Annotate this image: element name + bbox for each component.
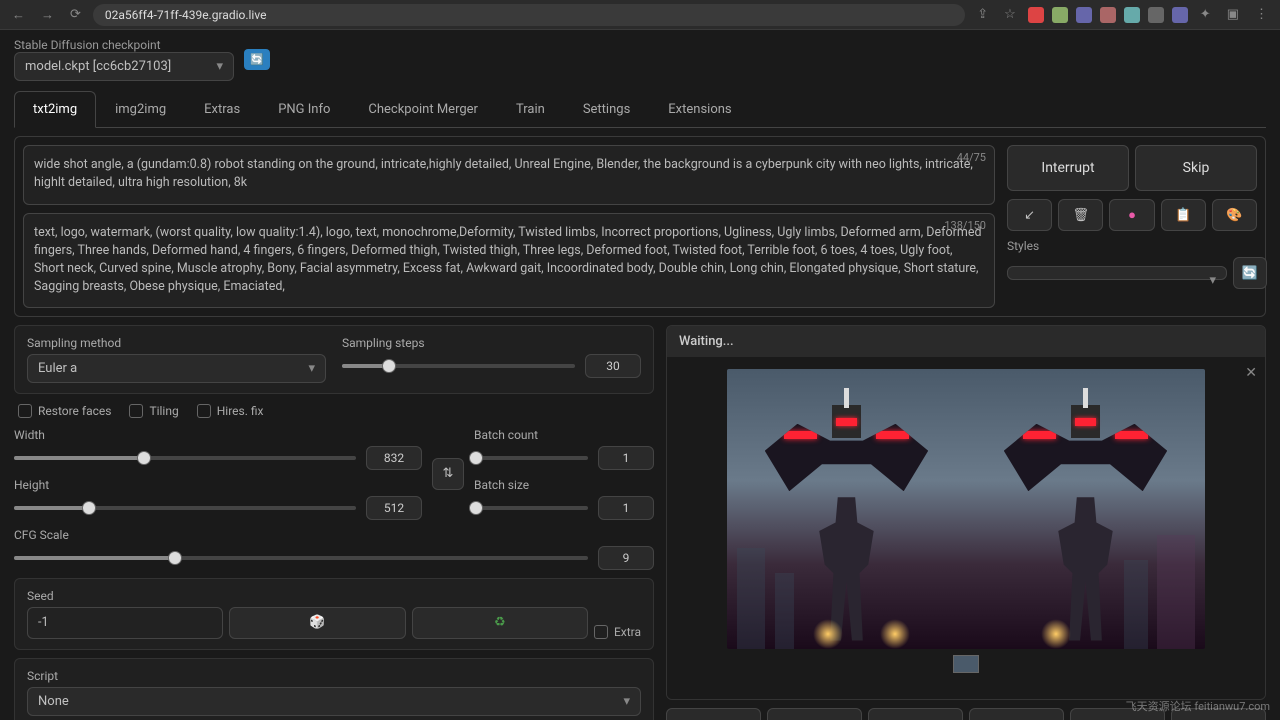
output-panel: Waiting... ✕ bbox=[666, 325, 1266, 700]
restore-faces-checkbox[interactable]: Restore faces bbox=[18, 404, 111, 418]
extensions-icon[interactable]: ✦ bbox=[1196, 5, 1215, 24]
styles-select[interactable] bbox=[1007, 266, 1227, 280]
width-value[interactable]: 832 bbox=[366, 446, 422, 470]
width-label: Width bbox=[14, 428, 422, 442]
output-status: Waiting... bbox=[667, 326, 1265, 357]
extension-icon[interactable] bbox=[1076, 7, 1092, 23]
extra-seed-checkbox[interactable]: Extra bbox=[594, 625, 641, 639]
tab-img2img[interactable]: img2img bbox=[96, 91, 185, 127]
tab-pnginfo[interactable]: PNG Info bbox=[259, 91, 349, 127]
browser-chrome: ← → ⟳ 02a56ff4-71ff-439e.gradio.live ⇪ ☆… bbox=[0, 0, 1280, 30]
thumbnail[interactable] bbox=[953, 655, 979, 673]
main-tabs: txt2img img2img Extras PNG Info Checkpoi… bbox=[14, 91, 1266, 128]
reload-icon[interactable]: ⟳ bbox=[66, 5, 85, 24]
url-bar[interactable]: 02a56ff4-71ff-439e.gradio.live bbox=[93, 4, 965, 26]
skip-button[interactable]: Skip bbox=[1135, 145, 1257, 191]
tab-extras[interactable]: Extras bbox=[185, 91, 259, 127]
tab-checkpoint-merger[interactable]: Checkpoint Merger bbox=[349, 91, 497, 127]
batch-size-slider[interactable] bbox=[474, 506, 588, 510]
close-icon[interactable]: ✕ bbox=[1245, 365, 1257, 381]
sampling-steps-value[interactable]: 30 bbox=[585, 354, 641, 378]
batch-count-value[interactable]: 1 bbox=[598, 446, 654, 470]
extension-icon[interactable] bbox=[1172, 7, 1188, 23]
save-button[interactable]: Save bbox=[767, 708, 862, 720]
thumbnail-strip bbox=[727, 649, 1205, 687]
prompt-text: wide shot angle, a (gundam:0.8) robot st… bbox=[34, 157, 973, 190]
sampling-method-select[interactable]: Euler a bbox=[27, 354, 326, 383]
negative-prompt-text: text, logo, watermark, (worst quality, l… bbox=[34, 225, 982, 294]
generated-robot-right bbox=[995, 400, 1177, 641]
checkpoint-select[interactable]: model.ckpt [cc6cb27103] bbox=[14, 52, 234, 81]
trash-icon-button[interactable]: 🗑 bbox=[1058, 199, 1103, 231]
prompt-input[interactable]: 44/75 wide shot angle, a (gundam:0.8) ro… bbox=[23, 145, 995, 205]
extension-icon[interactable] bbox=[1028, 7, 1044, 23]
styles-label: Styles bbox=[1007, 239, 1257, 253]
sampling-steps-label: Sampling steps bbox=[342, 336, 641, 350]
style-icon-button[interactable]: ● bbox=[1109, 199, 1154, 231]
batch-count-slider[interactable] bbox=[474, 456, 588, 460]
panel-icon[interactable]: ▣ bbox=[1223, 5, 1243, 24]
extension-icon[interactable] bbox=[1124, 7, 1140, 23]
generated-robot-left bbox=[756, 400, 938, 641]
height-slider[interactable] bbox=[14, 506, 356, 510]
tab-settings[interactable]: Settings bbox=[564, 91, 649, 127]
batch-count-label: Batch count bbox=[474, 428, 654, 442]
extension-icon[interactable] bbox=[1052, 7, 1068, 23]
palette-icon-button[interactable]: 🎨 bbox=[1212, 199, 1257, 231]
share-icon[interactable]: ⇪ bbox=[973, 5, 992, 24]
checkpoint-label: Stable Diffusion checkpoint bbox=[14, 38, 234, 52]
sampling-method-label: Sampling method bbox=[27, 336, 326, 350]
clipboard-icon-button[interactable]: 📋 bbox=[1161, 199, 1206, 231]
sampling-steps-slider[interactable] bbox=[342, 364, 575, 368]
script-label: Script bbox=[27, 669, 641, 683]
tiling-checkbox[interactable]: Tiling bbox=[129, 404, 178, 418]
cfg-slider[interactable] bbox=[14, 556, 588, 560]
hires-fix-checkbox[interactable]: Hires. fix bbox=[197, 404, 264, 418]
interrupt-button[interactable]: Interrupt bbox=[1007, 145, 1129, 191]
batch-size-value[interactable]: 1 bbox=[598, 496, 654, 520]
height-value[interactable]: 512 bbox=[366, 496, 422, 520]
tab-txt2img[interactable]: txt2img bbox=[14, 91, 96, 128]
arrow-icon-button[interactable]: ↙ bbox=[1007, 199, 1052, 231]
output-image[interactable] bbox=[727, 369, 1205, 649]
seed-label: Seed bbox=[27, 589, 641, 603]
tab-extensions[interactable]: Extensions bbox=[649, 91, 750, 127]
negative-prompt-input[interactable]: 138/150 text, logo, watermark, (worst qu… bbox=[23, 213, 995, 308]
swap-dimensions-button[interactable]: ⇅ bbox=[432, 458, 464, 490]
reuse-seed-button[interactable]: ♻ bbox=[412, 607, 588, 639]
send-img2img-button[interactable]: Send to img2img bbox=[969, 708, 1064, 720]
script-select[interactable]: None bbox=[27, 687, 641, 716]
cfg-label: CFG Scale bbox=[14, 528, 654, 542]
zip-button[interactable]: Zip bbox=[868, 708, 963, 720]
extension-icon[interactable] bbox=[1100, 7, 1116, 23]
refresh-checkpoint-button[interactable]: 🔄 bbox=[244, 49, 270, 70]
random-seed-button[interactable]: 🎲 bbox=[229, 607, 405, 639]
negative-token-count: 138/150 bbox=[944, 218, 986, 234]
back-icon[interactable]: ← bbox=[8, 5, 29, 25]
apply-style-button[interactable]: 🔄 bbox=[1233, 257, 1267, 289]
prompt-token-count: 44/75 bbox=[957, 150, 986, 166]
star-icon[interactable]: ☆ bbox=[1000, 5, 1020, 24]
app-root: Stable Diffusion checkpoint model.ckpt [… bbox=[0, 30, 1280, 720]
seed-input[interactable]: -1 bbox=[27, 607, 223, 639]
open-folder-button[interactable]: 📁 bbox=[666, 708, 761, 720]
menu-icon[interactable]: ⋮ bbox=[1251, 5, 1272, 24]
forward-icon[interactable]: → bbox=[37, 5, 58, 25]
width-slider[interactable] bbox=[14, 456, 356, 460]
cfg-value[interactable]: 9 bbox=[598, 546, 654, 570]
batch-size-label: Batch size bbox=[474, 478, 654, 492]
tab-train[interactable]: Train bbox=[497, 91, 564, 127]
extension-icon[interactable] bbox=[1148, 7, 1164, 23]
height-label: Height bbox=[14, 478, 422, 492]
watermark-text: 飞天资源论坛 feitianwu7.com bbox=[1126, 698, 1270, 714]
